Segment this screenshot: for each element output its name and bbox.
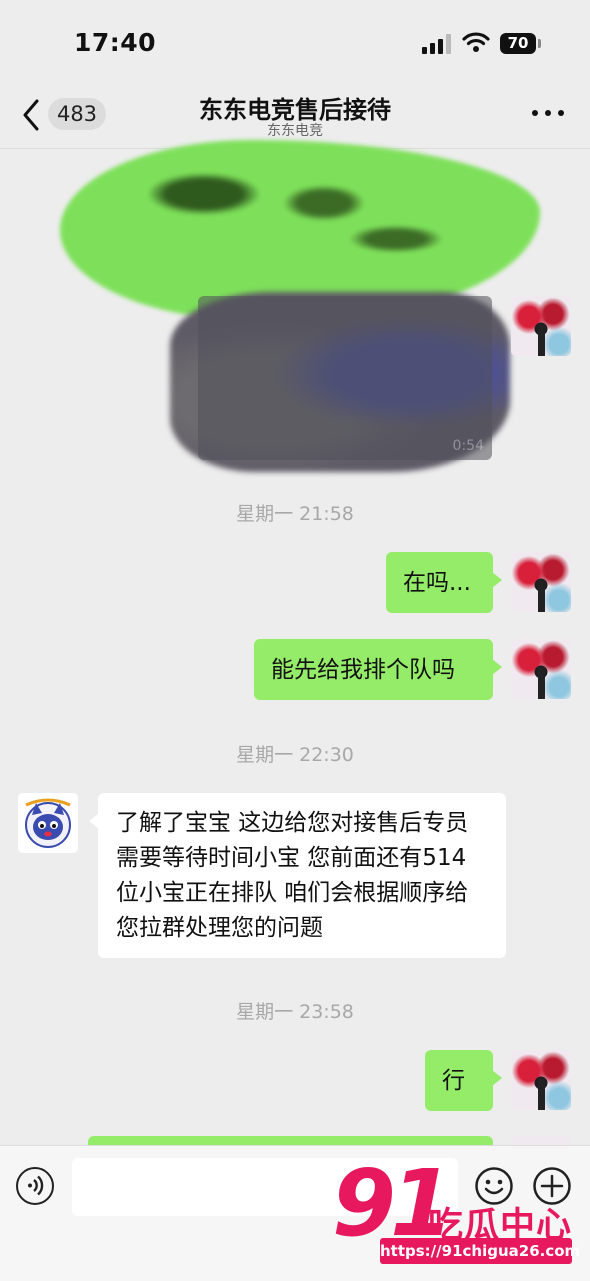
incoming-message[interactable]: 了解了宝宝 这边给您对接售后专员 需要等待时间小宝 您前面还有514位小宝正在排… bbox=[89, 793, 506, 958]
my-avatar[interactable] bbox=[511, 296, 571, 356]
more-icon[interactable] bbox=[532, 110, 564, 118]
video-message[interactable]: 0:54 bbox=[198, 296, 492, 460]
signal-icon bbox=[422, 34, 452, 54]
message-timestamp: 星期一 21:58 bbox=[236, 503, 354, 525]
outgoing-message[interactable]: 在吗... bbox=[386, 552, 502, 613]
status-bar: 17:40 70 bbox=[0, 0, 590, 88]
voice-icon[interactable] bbox=[16, 1167, 54, 1205]
my-avatar[interactable] bbox=[511, 639, 571, 699]
my-avatar[interactable] bbox=[511, 552, 571, 612]
wifi-icon bbox=[462, 32, 490, 52]
message-timestamp: 星期一 22:30 bbox=[236, 744, 354, 766]
outgoing-message[interactable]: 能先给我排个队吗 bbox=[254, 639, 502, 700]
battery-tip bbox=[538, 39, 541, 48]
agent-avatar[interactable] bbox=[18, 793, 78, 853]
message-timestamp: 星期一 23:58 bbox=[236, 1001, 354, 1023]
cat-mascot-icon bbox=[25, 798, 71, 848]
battery-icon: 70 bbox=[500, 33, 536, 54]
status-time: 17:40 bbox=[74, 28, 157, 57]
video-duration: 0:54 bbox=[452, 438, 484, 454]
outgoing-message[interactable]: 行 bbox=[425, 1050, 502, 1111]
watermark-url: https://91chigua26.com bbox=[380, 1238, 580, 1264]
chat-subtitle: 东东电竞 bbox=[267, 123, 323, 139]
my-avatar[interactable] bbox=[511, 1050, 571, 1110]
